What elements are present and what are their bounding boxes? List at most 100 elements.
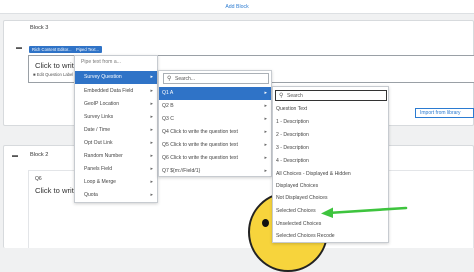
block-3-question-text[interactable]: Click to write <box>35 61 78 70</box>
menu-item-embedded-data-field[interactable]: Embedded Data Field ▸ <box>75 85 157 98</box>
menu-item-label: Q6 Click to write the question text <box>162 155 238 161</box>
chevron-right-icon: ▸ <box>150 140 153 146</box>
search-icon: ⚲ <box>167 76 172 82</box>
menu-item-displayed-choices[interactable]: Displayed Choices <box>273 180 388 193</box>
collapse-icon[interactable]: ▬ <box>16 45 22 51</box>
chevron-right-icon: ▸ <box>150 166 153 172</box>
menu-item-label: Q5 Click to write the question text <box>162 142 238 148</box>
menu-item-label: 1 - Description <box>276 119 309 125</box>
arrow-shaft <box>326 206 408 215</box>
annotation-arrow <box>321 206 408 218</box>
menu-item-loop-merge[interactable]: Loop & Merge ▸ <box>75 176 157 189</box>
question-search-input[interactable]: ⚲ Search... <box>163 73 269 84</box>
menu-item-label: GeoIP Location <box>84 101 120 107</box>
menu-item-label: Random Number <box>84 153 123 159</box>
menu-item-q7[interactable]: Q7 ${m://Field/1} ▸ <box>159 165 271 178</box>
menu-item-all-choices[interactable]: All Choices - Displayed & Hidden <box>273 168 388 181</box>
menu-item-label: Loop & Merge <box>84 179 116 185</box>
menu-item-3-description[interactable]: 3 - Description <box>273 142 388 155</box>
chevron-right-icon: ▸ <box>264 129 267 135</box>
menu-item-label: Opt Out Link <box>84 140 113 146</box>
menu-item-label: 3 - Description <box>276 145 309 151</box>
menu-item-q4[interactable]: Q4 Click to write the question text ▸ <box>159 126 271 139</box>
question-fields-menu: ⚲ Search Question Text 1 - Description 2… <box>272 86 389 243</box>
menu-item-label: Q2 B <box>162 103 174 109</box>
menu-item-1-description[interactable]: 1 - Description <box>273 116 388 129</box>
menu-item-unselected-choices[interactable]: Unselected Choices <box>273 218 388 231</box>
menu-item-q6[interactable]: Q6 Click to write the question text ▸ <box>159 152 271 165</box>
chevron-right-icon: ▸ <box>150 101 153 107</box>
menu-item-selected-choices-recode[interactable]: Selected Choices Recode <box>273 230 388 243</box>
field-search-input[interactable]: ⚲ Search <box>275 90 387 101</box>
arrowhead-icon <box>321 207 333 218</box>
menu-item-date-time[interactable]: Date / Time ▸ <box>75 124 157 137</box>
menu-item-q3[interactable]: Q3 C ▸ <box>159 113 271 126</box>
menu-item-label: Survey Question <box>84 74 122 80</box>
search-placeholder: Search <box>287 93 303 99</box>
label-icon: ■ <box>33 72 36 77</box>
menu-item-label: Quota <box>84 192 98 198</box>
menu-item-random-number[interactable]: Random Number ▸ <box>75 150 157 163</box>
menu-item-panels-field[interactable]: Panels Field ▸ <box>75 163 157 176</box>
menu-item-label: Q7 ${m://Field/1} <box>162 168 201 174</box>
chevron-right-icon: ▸ <box>264 168 267 174</box>
chevron-right-icon: ▸ <box>264 103 267 109</box>
chevron-right-icon: ▸ <box>264 116 267 122</box>
block-2-question-text[interactable]: Click to write <box>35 186 78 195</box>
chevron-right-icon: ▸ <box>264 155 267 161</box>
menu-item-label: Not Displayed Choices <box>276 195 328 201</box>
menu-item-q2[interactable]: Q2 B ▸ <box>159 100 271 113</box>
menu-item-label: Unselected Choices <box>276 221 322 227</box>
menu-item-label: Q1 A <box>162 90 174 96</box>
block-3-title: Block 3 <box>30 25 49 31</box>
menu-item-label: Selected Choices Recode <box>276 233 335 239</box>
chevron-right-icon: ▸ <box>264 142 267 148</box>
add-block-link[interactable]: Add Block <box>0 4 474 10</box>
edit-question-label-text: Edit Question Label <box>36 72 74 77</box>
menu-item-4-description[interactable]: 4 - Description <box>273 155 388 168</box>
search-icon: ⚲ <box>279 93 284 99</box>
chevron-right-icon: ▸ <box>150 74 153 80</box>
chevron-right-icon: ▸ <box>150 153 153 159</box>
import-from-library-button[interactable]: Import from library <box>415 108 474 118</box>
collapse-icon-block-2[interactable]: ▬ <box>12 153 18 159</box>
search-placeholder: Search... <box>175 76 196 82</box>
menu-item-label: Q4 Click to write the question text <box>162 129 238 135</box>
menu-item-2-description[interactable]: 2 - Description <box>273 129 388 142</box>
menu-item-label: Question Text <box>276 106 308 112</box>
menu-item-label: Q3 C <box>162 116 174 122</box>
chevron-right-icon: ▸ <box>150 179 153 185</box>
menu-item-label: Displayed Choices <box>276 183 319 189</box>
menu-item-quota[interactable]: Quota ▸ <box>75 189 157 202</box>
menu-item-label: Embedded Data Field <box>84 88 134 94</box>
menu-item-survey-question[interactable]: Survey Question ▸ <box>75 71 157 84</box>
menu-item-opt-out-link[interactable]: Opt Out Link ▸ <box>75 137 157 150</box>
chevron-right-icon: ▸ <box>150 114 153 120</box>
menu-item-q5[interactable]: Q5 Click to write the question text ▸ <box>159 139 271 152</box>
menu-item-label: Date / Time <box>84 127 111 133</box>
menu-item-survey-links[interactable]: Survey Links ▸ <box>75 111 157 124</box>
piped-text-menu: Pipe text from a... Survey Question ▸ Emb… <box>74 55 158 203</box>
chevron-right-icon: ▸ <box>150 192 153 198</box>
chevron-right-icon: ▸ <box>150 127 153 133</box>
piped-text-menu-header: Pipe text from a... <box>81 59 121 65</box>
emoji-eye <box>262 219 269 227</box>
menu-item-label: All Choices - Displayed & Hidden <box>276 171 351 177</box>
menu-item-not-displayed-choices[interactable]: Not Displayed Choices <box>273 192 388 205</box>
menu-item-label: Selected Choices <box>276 208 316 214</box>
edit-question-label[interactable]: ■ Edit Question Label <box>33 72 73 77</box>
menu-item-question-text[interactable]: Question Text <box>273 103 388 116</box>
menu-item-geoip-location[interactable]: GeoIP Location ▸ <box>75 98 157 111</box>
block-2-question-id: Q6 <box>35 176 42 182</box>
rich-content-editor-button[interactable]: Rich Content Editor... <box>29 46 75 53</box>
menu-item-label: Survey Links <box>84 114 114 120</box>
piped-text-button[interactable]: Piped Text... <box>73 46 102 53</box>
survey-question-menu: ⚲ Search... Q1 A ▸ Q2 B ▸ Q3 C ▸ Q4 Click t… <box>158 70 272 177</box>
chevron-right-icon: ▸ <box>264 90 267 96</box>
menu-item-label: 2 - Description <box>276 132 309 138</box>
menu-item-label: Panels Field <box>84 166 113 172</box>
block-2-title: Block 2 <box>30 152 49 158</box>
menu-item-label: 4 - Description <box>276 158 309 164</box>
menu-item-q1[interactable]: Q1 A ▸ <box>159 87 271 100</box>
chevron-right-icon: ▸ <box>150 88 153 94</box>
